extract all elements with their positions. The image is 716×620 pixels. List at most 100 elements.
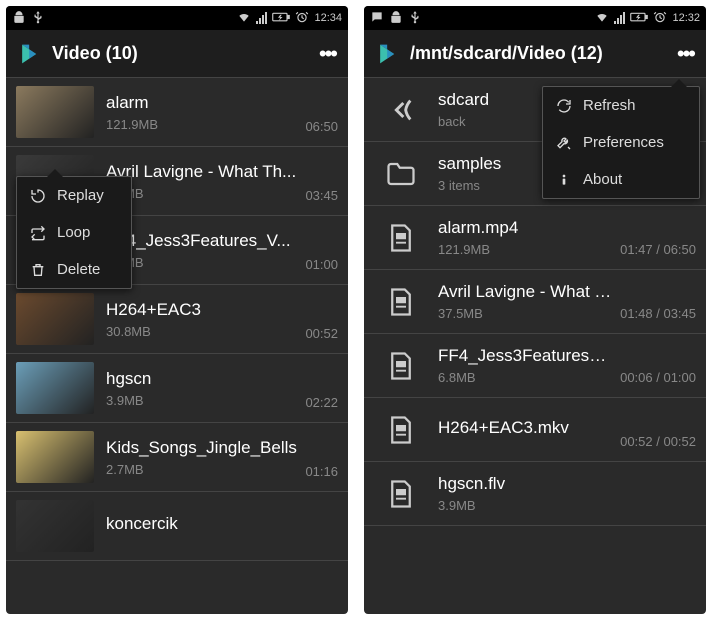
app-logo-icon [372, 40, 400, 68]
preferences-label: Preferences [583, 134, 664, 151]
delete-label: Delete [57, 261, 100, 278]
battery-icon [272, 11, 290, 26]
file-name: alarm.mp4 [438, 218, 612, 238]
video-duration: 00:52 [305, 326, 338, 345]
video-list-item[interactable]: hgscn 3.9MB 02:22 [6, 354, 348, 423]
video-duration: 01:16 [305, 464, 338, 483]
status-bar: 12:34 [6, 6, 348, 30]
android-icon [389, 10, 403, 27]
video-thumbnail [16, 362, 94, 414]
refresh-icon [555, 98, 573, 114]
tools-icon [555, 135, 573, 151]
file-sub: 37.5MB [438, 306, 612, 321]
video-name: alarm [106, 93, 297, 113]
overflow-menu: Refresh Preferences About [542, 86, 700, 199]
video-list-item[interactable]: H264+EAC3 30.8MB 00:52 [6, 285, 348, 354]
video-name: Avril Lavigne - What Th... [106, 162, 297, 182]
wifi-icon [595, 10, 609, 27]
file-sub: 121.9MB [438, 242, 612, 257]
video-list-item[interactable]: alarm 121.9MB 06:50 [6, 78, 348, 147]
video-name: hgscn [106, 369, 297, 389]
file-icon [380, 409, 422, 451]
file-list-item[interactable]: FF4_Jess3Features_VO_1... 6.8MB 00:06 / 01… [364, 334, 706, 398]
about-menu-item[interactable]: About [543, 161, 699, 198]
signal-icon [614, 12, 625, 24]
replay-icon [29, 188, 47, 204]
video-thumbnail [16, 431, 94, 483]
video-name: H264+EAC3 [106, 300, 297, 320]
right-screenshot: 12:32 /mnt/sdcard/Video (12) ••• sdcardb… [364, 6, 706, 614]
video-size: 2.7MB [106, 462, 297, 477]
battery-icon [630, 11, 648, 26]
replay-menu-item[interactable]: Replay [17, 177, 131, 214]
file-name: FF4_Jess3Features_VO_1... [438, 346, 612, 366]
delete-icon [29, 262, 47, 278]
file-list-item[interactable]: hgscn.flv 3.9MB [364, 462, 706, 526]
back-icon [380, 89, 422, 131]
file-sub: 6.8MB [438, 370, 612, 385]
loop-icon [29, 225, 47, 241]
video-thumbnail [16, 293, 94, 345]
status-bar: 12:32 [364, 6, 706, 30]
video-duration: 01:00 [305, 257, 338, 276]
loop-menu-item[interactable]: Loop [17, 214, 131, 251]
video-size: 121.9MB [106, 117, 297, 132]
message-icon [370, 10, 384, 27]
video-name: FF4_Jess3Features_V... [106, 231, 297, 251]
refresh-menu-item[interactable]: Refresh [543, 87, 699, 124]
loop-label: Loop [57, 224, 90, 241]
video-name: Kids_Songs_Jingle_Bells [106, 438, 297, 458]
app-bar: /mnt/sdcard/Video (12) ••• [364, 30, 706, 78]
usb-icon [31, 10, 45, 27]
replay-label: Replay [57, 187, 104, 204]
preferences-menu-item[interactable]: Preferences [543, 124, 699, 161]
file-progress: 00:52 / 00:52 [620, 434, 696, 453]
clock-text: 12:34 [314, 12, 342, 24]
file-sub: 3.9MB [438, 498, 688, 513]
about-label: About [583, 171, 622, 188]
wifi-icon [237, 10, 251, 27]
file-progress: 01:48 / 03:45 [620, 306, 696, 325]
file-list-item[interactable]: Avril Lavigne - What The He... 37.5MB 01:4… [364, 270, 706, 334]
clock-text: 12:32 [672, 12, 700, 24]
info-icon [555, 172, 573, 188]
file-list-item[interactable]: alarm.mp4121.9MB01:47 / 06:50 [364, 206, 706, 270]
video-list-item[interactable]: Kids_Songs_Jingle_Bells 2.7MB 01:16 [6, 423, 348, 492]
video-size: 7.5MB [106, 186, 297, 201]
page-title: /mnt/sdcard/Video (12) [410, 43, 673, 64]
video-duration: 02:22 [305, 395, 338, 414]
alarm-icon [295, 10, 309, 27]
video-list-item[interactable]: koncercik [6, 492, 348, 561]
file-name: Avril Lavigne - What The He... [438, 282, 612, 302]
file-icon [380, 473, 422, 515]
refresh-label: Refresh [583, 97, 636, 114]
overflow-menu-button[interactable]: ••• [673, 41, 698, 67]
video-duration: 03:45 [305, 188, 338, 207]
file-name: hgscn.flv [438, 474, 688, 494]
video-thumbnail [16, 500, 94, 552]
file-icon [380, 217, 422, 259]
app-logo-icon [14, 40, 42, 68]
folder-icon [380, 153, 422, 195]
file-icon [380, 281, 422, 323]
overflow-menu-button[interactable]: ••• [315, 41, 340, 67]
video-size: 30.8MB [106, 324, 297, 339]
file-icon [380, 345, 422, 387]
left-screenshot: 12:34 Video (10) ••• alarm 121.9MB 06:50 Av… [6, 6, 348, 614]
video-duration: 06:50 [305, 119, 338, 138]
alarm-icon [653, 10, 667, 27]
app-bar: Video (10) ••• [6, 30, 348, 78]
context-menu: Replay Loop Delete [16, 176, 132, 289]
video-thumbnail [16, 86, 94, 138]
page-title: Video (10) [52, 43, 315, 64]
video-size: 3.9MB [106, 393, 297, 408]
file-list-item[interactable]: H264+EAC3.mkv 00:52 / 00:52 [364, 398, 706, 462]
android-icon [12, 10, 26, 27]
file-name: H264+EAC3.mkv [438, 418, 612, 438]
file-progress: 00:06 / 01:00 [620, 370, 696, 389]
video-size: 3.8MB [106, 255, 297, 270]
delete-menu-item[interactable]: Delete [17, 251, 131, 288]
signal-icon [256, 12, 267, 24]
video-name: koncercik [106, 514, 330, 534]
usb-icon [408, 10, 422, 27]
